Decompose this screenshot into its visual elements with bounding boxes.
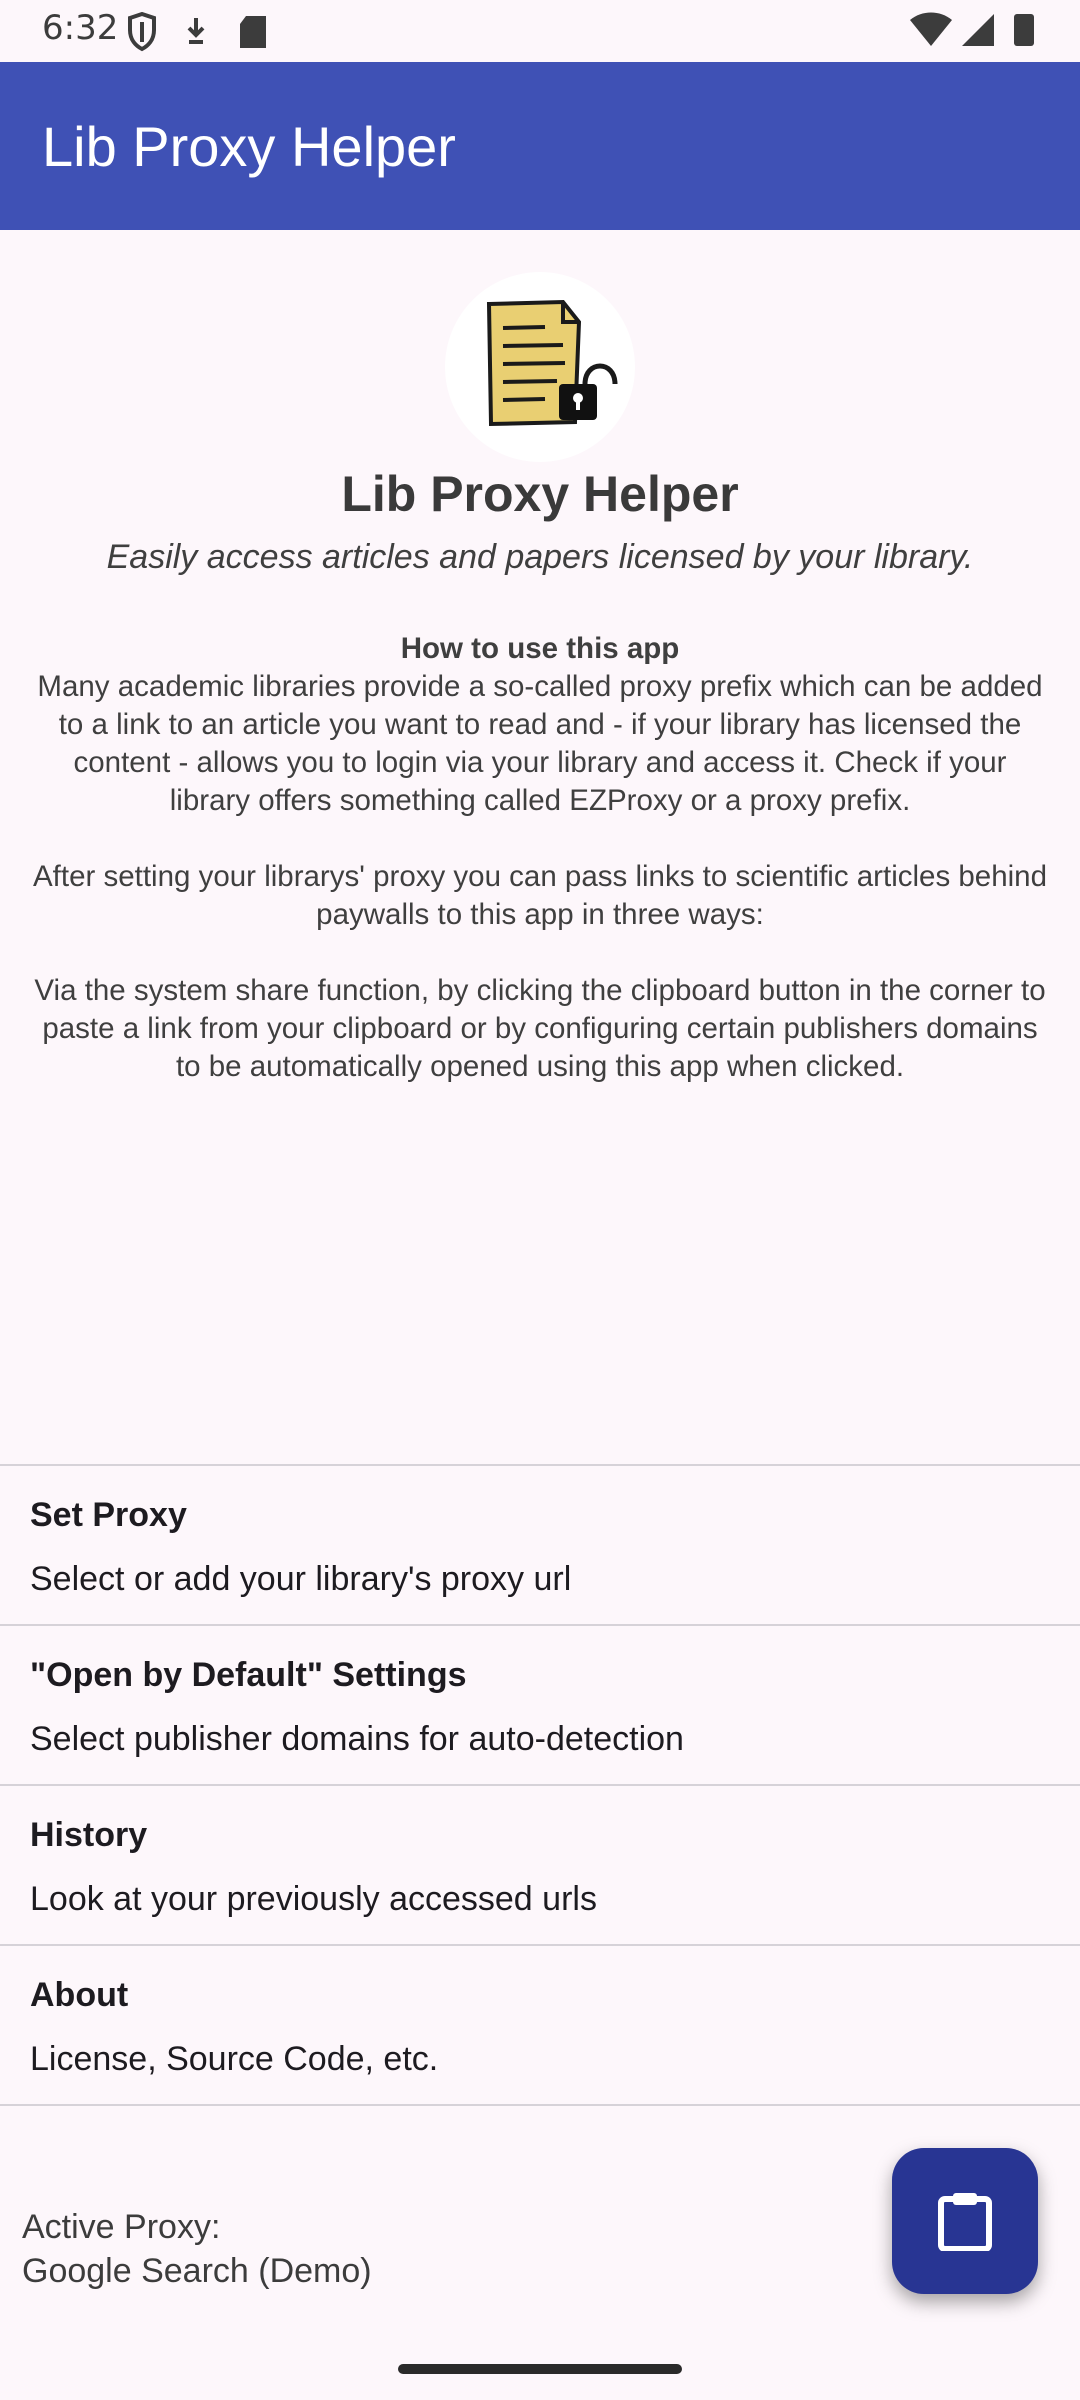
home-indicator[interactable] (398, 2364, 682, 2374)
document-lock-icon (486, 299, 618, 427)
shield-icon (128, 12, 156, 52)
app-bar-title: Lib Proxy Helper (42, 115, 456, 178)
app-bar: Lib Proxy Helper (0, 62, 1080, 230)
status-left-icons (128, 12, 266, 52)
clipboard-icon (938, 2193, 992, 2251)
active-proxy: Active Proxy: Google Search (Demo) (22, 2205, 372, 2293)
wifi-icon (910, 12, 952, 46)
download-icon (187, 18, 205, 44)
active-proxy-label: Active Proxy: (22, 2208, 221, 2246)
menu-item-subtitle: Select or add your library's proxy url (30, 1560, 572, 1598)
menu-item-subtitle: Select publisher domains for auto-detect… (30, 1720, 684, 1758)
battery-icon (1014, 14, 1034, 46)
status-time: 6:32 (42, 8, 119, 48)
menu-item-title: "Open by Default" Settings (30, 1656, 467, 1694)
status-right-icons (910, 12, 1034, 46)
menu-item-title: History (30, 1816, 148, 1854)
signal-icon (962, 14, 994, 46)
menu-item-title: Set Proxy (30, 1496, 187, 1534)
how-to-paragraph-2: After setting your librarys' proxy you c… (33, 860, 1047, 931)
how-to-paragraph-1: Many academic libraries provide a so-cal… (37, 670, 1043, 817)
hero-title: Lib Proxy Helper (341, 466, 739, 522)
menu-item-title: About (30, 1976, 129, 2014)
how-to-paragraph-3: Via the system share function, by clicki… (34, 974, 1046, 1083)
paste-clipboard-button[interactable] (892, 2148, 1038, 2294)
menu-item-set-proxy[interactable]: Set Proxy Select or add your library's p… (0, 1464, 1080, 1624)
menu-item-open-by-default[interactable]: "Open by Default" Settings Select publis… (0, 1624, 1080, 1784)
how-to-heading: How to use this app (400, 632, 680, 665)
menu-item-subtitle: Look at your previously accessed urls (30, 1880, 597, 1918)
active-proxy-value: Google Search (Demo) (22, 2252, 372, 2290)
how-to-section: How to use this app Many academic librar… (30, 630, 1050, 1086)
menu-item-subtitle: License, Source Code, etc. (30, 2040, 439, 2078)
settings-menu: Set Proxy Select or add your library's p… (0, 1464, 1080, 2106)
status-bar: 6:32 (0, 0, 1080, 62)
menu-item-about[interactable]: About License, Source Code, etc. (0, 1944, 1080, 2106)
sd-card-icon (240, 16, 266, 48)
menu-item-history[interactable]: History Look at your previously accessed… (0, 1784, 1080, 1944)
hero-subtitle: Easily access articles and papers licens… (106, 538, 974, 576)
app-logo (445, 272, 635, 462)
